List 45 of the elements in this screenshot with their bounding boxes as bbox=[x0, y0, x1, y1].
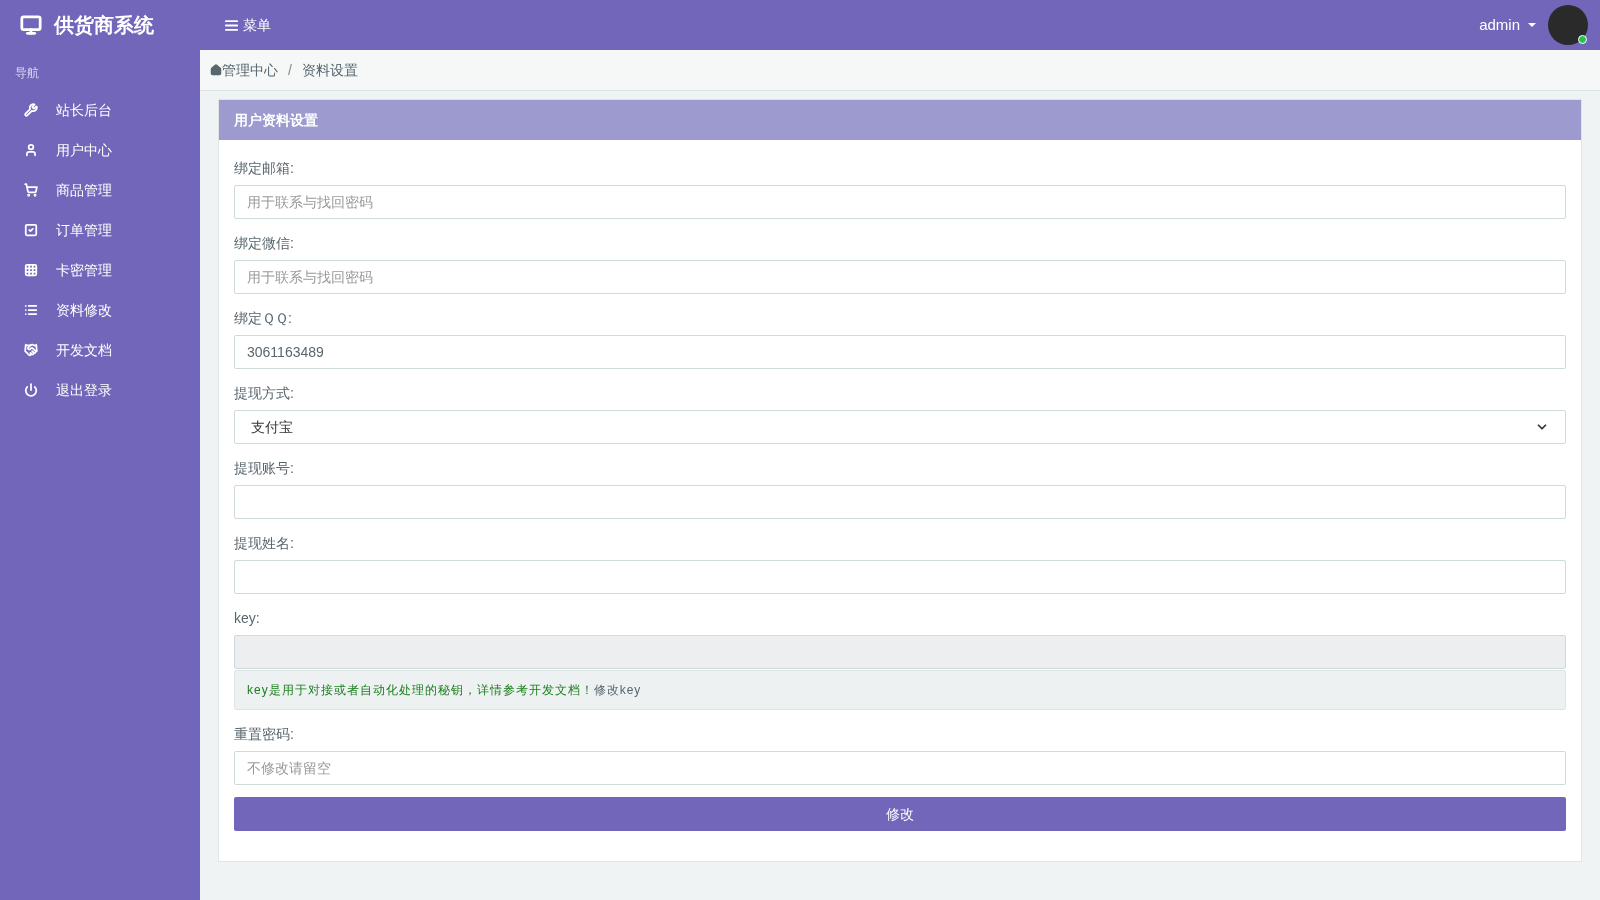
sidebar-item[interactable]: 卡密管理 bbox=[0, 250, 200, 290]
cart-icon bbox=[24, 183, 38, 197]
handshake-icon bbox=[24, 343, 38, 357]
sidebar-item[interactable]: 用户中心 bbox=[0, 130, 200, 170]
user-menu[interactable]: admin bbox=[1479, 13, 1536, 37]
field-label: 重置密码: bbox=[234, 725, 295, 744]
input-field[interactable]: 不修改请留空 bbox=[234, 751, 1566, 785]
wrench-icon bbox=[24, 103, 38, 117]
avatar[interactable] bbox=[1548, 5, 1588, 45]
menu-toggle[interactable]: 菜单 bbox=[224, 14, 271, 36]
sidebar-item[interactable]: 订单管理 bbox=[0, 210, 200, 250]
field-label: 绑定ＱＱ: bbox=[234, 309, 293, 328]
field-label: 绑定微信: bbox=[234, 234, 295, 253]
breadcrumb-current: 资料设置 bbox=[301, 60, 358, 80]
input-field[interactable] bbox=[234, 485, 1566, 519]
user-icon bbox=[24, 143, 38, 157]
breadcrumb-separator: / bbox=[288, 60, 292, 80]
input-field[interactable]: 用于联系与找回密码 bbox=[234, 260, 1566, 294]
input-field[interactable]: 3061163489 bbox=[234, 335, 1566, 369]
monitor-icon bbox=[20, 14, 42, 36]
grid-icon bbox=[24, 263, 38, 277]
submit-button[interactable]: 修改 bbox=[234, 797, 1566, 831]
home-icon bbox=[210, 64, 222, 76]
input-field[interactable] bbox=[234, 560, 1566, 594]
panel-header: 用户资料设置 bbox=[219, 100, 1581, 140]
sidebar-item[interactable]: 资料修改 bbox=[0, 290, 200, 330]
input-field[interactable]: 用于联系与找回密码 bbox=[234, 185, 1566, 219]
select-field[interactable]: 支付宝 bbox=[234, 410, 1566, 444]
app-logo[interactable]: 供货商系统 bbox=[54, 10, 154, 40]
sidebar-item[interactable]: 开发文档 bbox=[0, 330, 200, 370]
sidebar-item[interactable]: 商品管理 bbox=[0, 170, 200, 210]
field-label: 提现账号: bbox=[234, 459, 295, 478]
field-label: 提现方式: bbox=[234, 384, 295, 403]
power-icon bbox=[24, 383, 38, 397]
field-label: 提现姓名: bbox=[234, 534, 295, 553]
list-icon bbox=[24, 303, 38, 317]
checkbox-icon bbox=[24, 223, 38, 237]
field-label: 绑定邮箱: bbox=[234, 159, 295, 178]
sidebar-item[interactable]: 退出登录 bbox=[0, 370, 200, 410]
menu-icon bbox=[224, 17, 239, 33]
sidebar-item[interactable]: 站长后台 bbox=[0, 90, 200, 130]
field-label: key: bbox=[234, 609, 261, 628]
nav-heading: 导航 bbox=[14, 65, 40, 82]
help-text: key是用于对接或者自动化处理的秘钥，详情参考开发文档！ bbox=[247, 682, 594, 699]
breadcrumb-link[interactable]: 管理中心 bbox=[210, 59, 278, 81]
